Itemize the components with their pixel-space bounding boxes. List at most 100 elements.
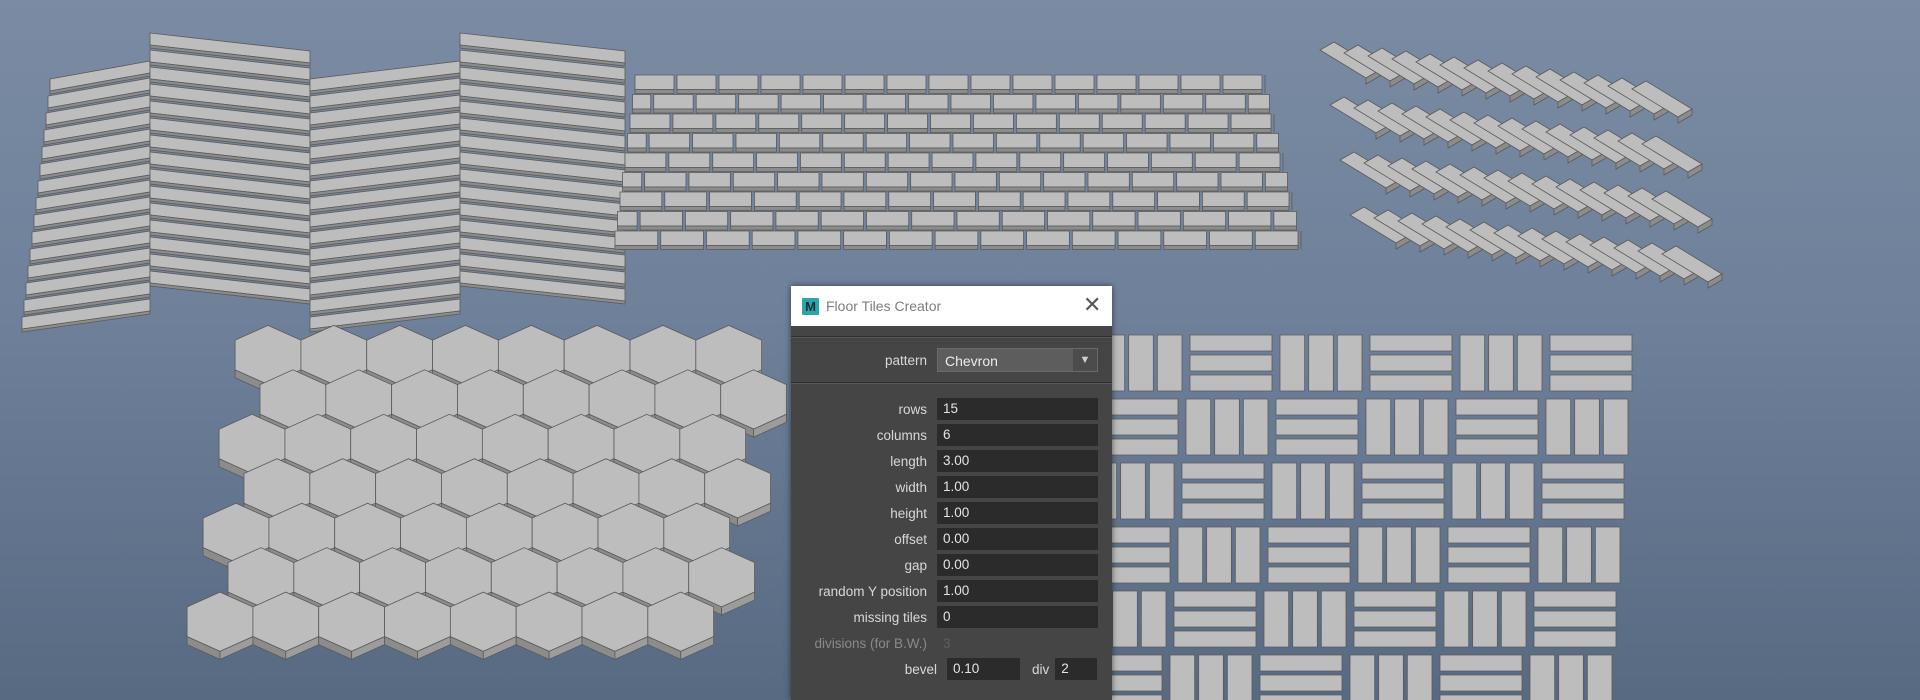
pattern-label: pattern <box>884 352 927 368</box>
tile <box>1189 374 1273 392</box>
tile <box>1336 334 1363 392</box>
random-y-field[interactable]: 1.00 <box>937 580 1098 602</box>
tile <box>1267 546 1351 564</box>
missing-tiles-row: missing tiles 0 <box>791 604 1112 630</box>
tile <box>843 167 886 172</box>
tile <box>1353 590 1437 608</box>
tile <box>909 147 951 153</box>
tile <box>1202 206 1245 211</box>
tile <box>1279 334 1306 392</box>
tile <box>1047 225 1091 231</box>
tile <box>956 211 1000 227</box>
tile <box>1138 74 1179 90</box>
tile <box>844 113 885 129</box>
tile <box>619 191 663 207</box>
tile <box>886 89 927 94</box>
tile <box>1349 654 1376 700</box>
pattern-row: pattern Chevron ▼ <box>791 347 1112 373</box>
tile <box>668 167 711 172</box>
tile <box>1537 526 1564 584</box>
height-field[interactable]: 1.00 <box>937 502 1098 524</box>
width-field[interactable]: 1.00 <box>937 476 1098 498</box>
tile <box>1173 630 1257 648</box>
tile <box>1353 610 1437 628</box>
chevron-down-icon[interactable]: ▼ <box>1073 349 1097 371</box>
tile <box>627 133 647 149</box>
tile <box>624 152 667 168</box>
tile <box>823 94 864 110</box>
tile <box>1162 108 1204 114</box>
tile <box>1180 74 1221 90</box>
tile <box>975 167 1018 172</box>
tile <box>1163 230 1207 246</box>
hexagon-floor-mesh <box>186 324 787 661</box>
tile <box>823 108 864 114</box>
div-field[interactable]: 2 <box>1055 658 1098 680</box>
tile <box>1369 354 1453 372</box>
tile <box>950 94 991 110</box>
tile <box>1361 502 1445 520</box>
tile <box>1246 206 1290 211</box>
tile <box>1275 418 1359 436</box>
tile <box>779 133 821 149</box>
chevron-floor-mesh <box>21 32 626 333</box>
tile <box>1275 398 1359 416</box>
tile <box>1096 74 1137 90</box>
tile <box>688 172 731 188</box>
length-label: length <box>890 453 927 469</box>
tile <box>1112 191 1155 207</box>
tile <box>952 147 994 153</box>
tile <box>1214 398 1240 456</box>
tile <box>1574 398 1600 456</box>
pattern-dropdown[interactable]: Chevron ▼ <box>937 348 1098 372</box>
tile <box>954 172 997 188</box>
tile <box>1202 191 1245 207</box>
gap-field[interactable]: 0.00 <box>937 554 1098 576</box>
tile <box>1455 438 1539 456</box>
tile <box>1414 526 1441 584</box>
tile <box>715 113 757 129</box>
floor-tiles-creator-dialog: M Floor Tiles Creator ✕ pattern Chevron … <box>791 286 1112 700</box>
tile <box>1180 89 1221 94</box>
tile <box>1058 113 1100 129</box>
tile <box>980 230 1024 246</box>
tile <box>639 211 683 227</box>
length-field[interactable]: 3.00 <box>937 450 1098 472</box>
offset-field[interactable]: 0.00 <box>937 528 1098 550</box>
tile <box>1369 334 1453 352</box>
missing-tiles-field[interactable]: 0 <box>937 606 1098 628</box>
tile <box>844 89 885 94</box>
tile <box>1169 147 1211 153</box>
tile <box>952 133 994 149</box>
tile <box>1131 172 1175 188</box>
columns-field[interactable]: 6 <box>937 424 1098 446</box>
tile <box>1300 462 1326 520</box>
tile <box>632 108 652 114</box>
tile <box>1259 674 1343 692</box>
tile <box>706 230 750 246</box>
tile <box>644 186 687 192</box>
columns-label: columns <box>876 427 927 443</box>
tile <box>1247 94 1270 110</box>
missing-tiles-label: missing tiles <box>853 609 927 625</box>
tile <box>614 230 659 246</box>
tile <box>1189 354 1273 372</box>
tile <box>797 230 842 246</box>
tile <box>911 225 955 231</box>
tile <box>1177 526 1204 584</box>
bevel-field[interactable]: 0.10 <box>947 658 1020 680</box>
dialog-titlebar[interactable]: M Floor Tiles Creator ✕ <box>791 286 1112 326</box>
tile <box>820 225 864 231</box>
close-icon[interactable]: ✕ <box>1083 294 1101 316</box>
tile <box>738 108 779 114</box>
rows-field[interactable]: 15 <box>937 398 1098 420</box>
tile <box>1209 230 1253 246</box>
tile <box>1549 374 1633 392</box>
tile <box>1092 225 1136 231</box>
tile <box>980 245 1024 250</box>
tile <box>1602 398 1629 456</box>
tile <box>908 94 949 110</box>
tile <box>632 94 652 110</box>
tile <box>1182 225 1226 231</box>
tile <box>712 152 754 168</box>
